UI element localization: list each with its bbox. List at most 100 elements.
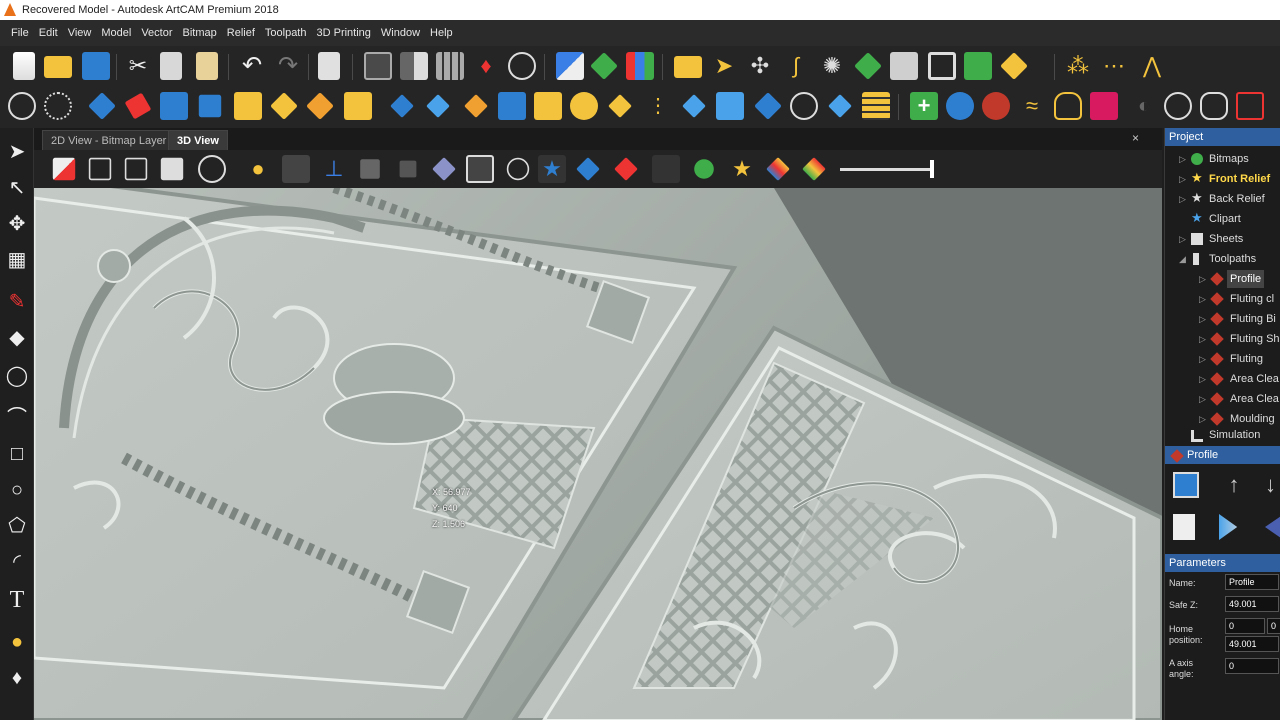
home-z-field[interactable]: 49.001 — [1225, 636, 1279, 652]
expand-arrow-icon[interactable]: ▷ — [1179, 150, 1186, 168]
safe-z-field[interactable]: 49.001 — [1225, 596, 1279, 612]
import-folder-icon[interactable] — [674, 56, 702, 78]
arch-icon[interactable] — [1054, 92, 1082, 120]
calculate-icon[interactable] — [1173, 472, 1199, 498]
name-field[interactable]: Profile — [1225, 574, 1279, 590]
move-down-icon[interactable]: ↓ — [1265, 472, 1280, 498]
a-axis-angle-field[interactable]: 0 — [1225, 658, 1279, 674]
tree-item-fluting-cl[interactable]: Fluting cl — [1230, 290, 1274, 308]
eraser-tool-icon[interactable]: ◆ — [5, 326, 29, 350]
vase-icon[interactable] — [946, 92, 974, 120]
grid-icon[interactable] — [436, 52, 464, 80]
orange-diamond-icon[interactable] — [464, 94, 488, 118]
tree-item-back-relief[interactable]: Back Relief — [1209, 190, 1265, 208]
home-y-field[interactable]: 0 — [1267, 618, 1280, 634]
relief-ring-icon[interactable] — [790, 92, 818, 120]
lasso-icon[interactable]: ◯ — [5, 364, 29, 388]
expand-arrow-icon[interactable]: ▷ — [1199, 330, 1206, 348]
vector-fill-icon[interactable] — [556, 52, 584, 80]
wave-icon[interactable]: ≈ — [1018, 92, 1046, 120]
menu-window[interactable]: Window — [379, 25, 422, 41]
expand-arrow-icon[interactable]: ▷ — [1199, 350, 1206, 368]
expand-arrow-icon[interactable]: ▷ — [1199, 390, 1206, 408]
menu-help[interactable]: Help — [428, 25, 455, 41]
tree-item-bitmaps[interactable]: Bitmaps — [1209, 150, 1249, 168]
link-icon[interactable] — [506, 157, 530, 181]
yellow-layer-view-icon[interactable] — [652, 155, 680, 183]
menu-toolpath[interactable]: Toolpath — [263, 25, 309, 41]
relief-layer-icon[interactable] — [400, 52, 428, 80]
polyline-icon[interactable]: ⋀ — [1138, 52, 1166, 80]
yellow-diamond-icon[interactable] — [1000, 52, 1028, 80]
relief-offset-icon[interactable] — [716, 92, 744, 120]
circle-frame-icon[interactable] — [1164, 92, 1192, 120]
relief-smooth-icon[interactable] — [682, 94, 706, 118]
tool-shape-icon[interactable] — [1265, 516, 1280, 538]
expand-arrow-icon[interactable]: ▷ — [1179, 190, 1186, 208]
color-stack-icon[interactable] — [766, 157, 790, 181]
expand-arrow-icon[interactable]: ▷ — [1199, 290, 1206, 308]
copy-icon[interactable] — [160, 52, 182, 80]
axes-icon[interactable]: ⊥ — [320, 155, 348, 183]
nodes-icon[interactable]: ⁂ — [1064, 52, 1092, 80]
tab-3d-view[interactable]: 3D View — [168, 130, 228, 150]
tab-2d-view[interactable]: 2D View - Bitmap Layer — [42, 130, 176, 150]
magenta-square-icon[interactable] — [1090, 92, 1118, 120]
star-zoom-icon[interactable]: ★ — [728, 155, 756, 183]
home-x-field[interactable]: 0 — [1225, 618, 1265, 634]
star-view-icon[interactable]: ★ — [538, 155, 566, 183]
close-icon[interactable]: × — [1132, 131, 1139, 145]
blue-diamond-icon[interactable] — [390, 94, 414, 118]
green-shape-icon[interactable] — [590, 52, 618, 80]
opacity-slider[interactable] — [840, 168, 934, 171]
relief-layer-icon-2[interactable] — [498, 92, 526, 120]
texture-ball-icon[interactable] — [982, 92, 1010, 120]
relief-settings-icon[interactable] — [44, 92, 72, 120]
toolpath-view-icon[interactable] — [466, 155, 494, 183]
move-icon[interactable]: ✥ — [5, 212, 29, 236]
tree-item-toolpaths[interactable]: Toolpaths — [1209, 250, 1256, 268]
redo-icon[interactable]: ↷ — [274, 52, 302, 80]
view-top-icon[interactable] — [160, 157, 184, 181]
polygon-icon[interactable]: ⬠ — [5, 514, 29, 538]
green-block-icon[interactable] — [964, 52, 992, 80]
page-setup-icon[interactable] — [318, 52, 340, 80]
select-icon[interactable]: ➤ — [5, 140, 29, 164]
flood-fill-icon[interactable]: ● — [5, 630, 29, 654]
document-icon[interactable] — [1173, 514, 1195, 540]
orange-relief-icon[interactable] — [306, 92, 334, 120]
view-side-icon[interactable] — [124, 157, 148, 181]
open-folder-icon[interactable] — [44, 56, 72, 78]
menu-3d-printing[interactable]: 3D Printing — [314, 25, 372, 41]
view-iso-icon[interactable] — [52, 157, 76, 181]
relief-stack-icon[interactable] — [862, 92, 890, 120]
save-icon[interactable] — [82, 52, 110, 80]
relief-point-icon[interactable] — [570, 92, 598, 120]
menu-relief[interactable]: Relief — [225, 25, 257, 41]
relief-build-icon[interactable] — [198, 94, 222, 118]
tree-item-profile[interactable]: Profile — [1227, 270, 1265, 288]
menu-file[interactable]: File — [9, 25, 31, 41]
brush-icon[interactable]: ♦ — [5, 666, 29, 690]
move-up-icon[interactable]: ↑ — [1221, 472, 1247, 498]
menu-bitmap[interactable]: Bitmap — [181, 25, 219, 41]
tree-item-area-clea-1[interactable]: Area Clea — [1230, 370, 1279, 388]
new-file-icon[interactable] — [13, 52, 35, 80]
tree-item-area-clea-2[interactable]: Area Clea — [1230, 390, 1279, 408]
node-select-icon[interactable]: ↖ — [5, 176, 29, 200]
relief-plane-icon[interactable] — [828, 94, 852, 118]
curve-icon[interactable]: ∫ — [782, 52, 810, 80]
menu-view[interactable]: View — [66, 25, 94, 41]
pattern-icon[interactable]: ⋯ — [1100, 52, 1128, 80]
text-icon[interactable]: T — [5, 588, 29, 612]
relief-merge-icon[interactable] — [608, 94, 632, 118]
view-zoom-icon[interactable] — [198, 155, 226, 183]
relief-paint-icon[interactable] — [534, 92, 562, 120]
expand-arrow-icon[interactable]: ▷ — [1199, 410, 1206, 428]
bitmap-layer-icon[interactable] — [364, 52, 392, 80]
expand-arrow-icon[interactable]: ▷ — [1199, 310, 1206, 328]
undo-icon[interactable]: ↶ — [238, 52, 266, 80]
circle-icon[interactable]: ○ — [5, 478, 29, 502]
frame-icon[interactable] — [928, 52, 956, 80]
polyline-tool-icon[interactable]: ⌒ — [5, 406, 29, 430]
